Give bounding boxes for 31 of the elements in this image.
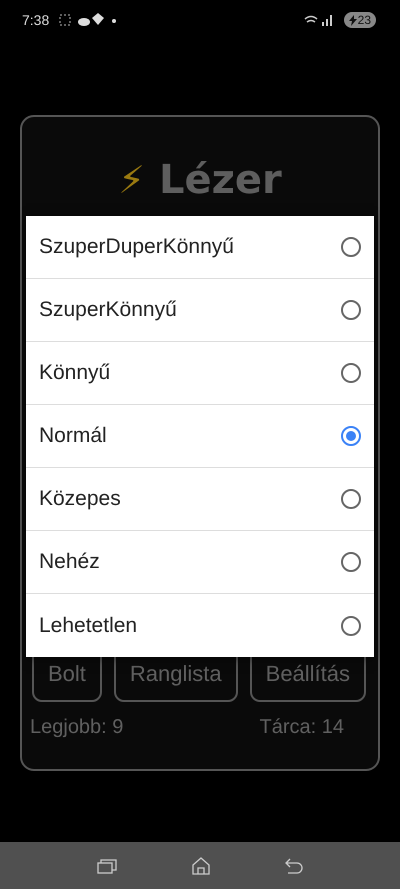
recent-apps-icon[interactable] bbox=[97, 858, 118, 874]
difficulty-option[interactable]: Könnyű bbox=[26, 342, 374, 405]
radio-button[interactable] bbox=[341, 489, 361, 509]
status-time: 7:38 bbox=[22, 12, 50, 28]
option-label: Könnyű bbox=[39, 361, 110, 385]
radio-button[interactable] bbox=[341, 552, 361, 572]
option-label: Közepes bbox=[39, 487, 121, 511]
radio-button[interactable] bbox=[341, 237, 361, 257]
difficulty-option[interactable]: Közepes bbox=[26, 468, 374, 531]
radio-button[interactable] bbox=[341, 363, 361, 383]
best-score: Legjobb: 9 bbox=[30, 716, 124, 739]
wallet-balance: Tárca: 14 bbox=[260, 716, 344, 739]
notification-icons bbox=[59, 13, 118, 27]
battery-indicator: 23 bbox=[344, 12, 376, 28]
signal-icon bbox=[304, 14, 334, 26]
option-label: Nehéz bbox=[39, 550, 100, 574]
back-icon[interactable] bbox=[284, 858, 303, 874]
radio-button[interactable] bbox=[341, 616, 361, 636]
difficulty-option[interactable]: SzuperDuperKönnyű bbox=[26, 216, 374, 279]
game-title: Lézer bbox=[158, 157, 282, 203]
home-icon[interactable] bbox=[192, 856, 210, 874]
difficulty-option[interactable]: Nehéz bbox=[26, 531, 374, 594]
option-label: Lehetetlen bbox=[39, 614, 138, 638]
radio-button[interactable] bbox=[341, 300, 361, 320]
radio-button[interactable] bbox=[341, 426, 361, 446]
difficulty-option[interactable]: Normál bbox=[26, 405, 374, 468]
lightning-icon: ⚡ bbox=[118, 158, 145, 202]
difficulty-option[interactable]: SzuperKönnyű bbox=[26, 279, 374, 342]
option-label: Normál bbox=[39, 424, 107, 448]
option-label: SzuperDuperKönnyű bbox=[39, 235, 234, 259]
option-label: SzuperKönnyű bbox=[39, 298, 177, 322]
